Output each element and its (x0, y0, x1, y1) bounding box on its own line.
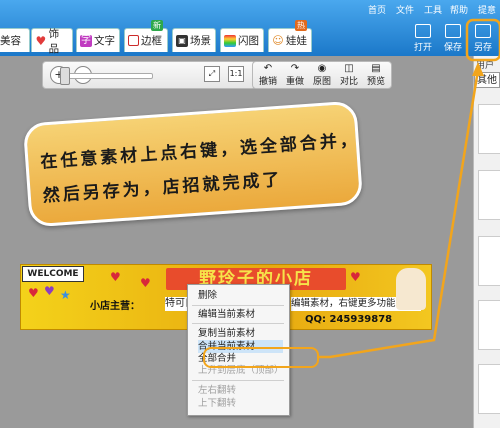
instruction-note: 在任意素材上点右键，选全部合并， 然后另存为，店招就完成了 (22, 100, 364, 228)
menu-tools[interactable]: 工具 (424, 3, 442, 16)
menu-help[interactable]: 帮助 (450, 3, 468, 16)
preview-icon: ▤ (371, 63, 381, 74)
tab-label: 边框 (141, 35, 162, 47)
tab-label: 美容 (0, 35, 21, 47)
redo-button[interactable]: ↷ 重做 (282, 63, 308, 87)
category-select[interactable]: 其他 (474, 72, 500, 88)
tab-label: 娃娃 (286, 35, 307, 47)
heart-icon: ♥ (350, 270, 361, 284)
tab-accessories[interactable]: ♥ 饰品 (31, 28, 73, 55)
tab-scene[interactable]: ▣ 场景 (172, 28, 216, 52)
menu-item-flip-horizontal: 左右翻转 (198, 385, 237, 396)
menu-item-layer-order: 上升到层底（顶部） (198, 365, 284, 376)
save-as-button[interactable]: 另存 (468, 22, 498, 53)
original-label: 原图 (312, 77, 331, 87)
undo-button[interactable]: ↶ 撤销 (255, 63, 281, 87)
redo-label: 重做 (285, 77, 304, 87)
hot-badge: 热 (295, 20, 307, 31)
save-as-icon (475, 24, 491, 38)
open-label: 打开 (413, 43, 432, 53)
doll-image (396, 268, 426, 310)
tab-text[interactable]: 字 文字 (76, 28, 120, 52)
heart-icon: ♥ (44, 284, 55, 298)
menu-divider (192, 380, 284, 381)
qq-number: QQ: 245939878 (305, 314, 393, 325)
open-folder-icon (415, 24, 431, 38)
menu-item-edit[interactable]: 编辑当前素材 (198, 308, 283, 321)
material-thumbnail[interactable] (478, 104, 500, 154)
original-button[interactable]: ◉ 原图 (309, 63, 335, 87)
text-icon: 字 (80, 34, 92, 47)
instruction-line-1: 在任意素材上点右键，选全部合并， (39, 130, 361, 173)
preview-label: 预览 (366, 77, 385, 87)
tab-beauty[interactable]: 美容 (0, 28, 30, 52)
menu-divider (192, 305, 284, 306)
actual-size-icon[interactable]: 1:1 (228, 66, 244, 82)
undo-icon: ↶ (263, 63, 273, 74)
tab-label: 闪图 (238, 35, 259, 47)
menu-item-delete[interactable]: 删除 (198, 289, 283, 302)
tab-doll[interactable]: ☺ 娃娃 热 (268, 20, 312, 52)
open-button[interactable]: 打开 (408, 22, 438, 53)
menu-feedback[interactable]: 提意 (478, 3, 496, 16)
menu-home[interactable]: 首页 (368, 3, 386, 16)
heart-icon: ♥ (140, 276, 151, 290)
original-image-icon: ◉ (317, 63, 327, 74)
tab-label: 饰品 (48, 27, 60, 55)
scene-icon: ▣ (176, 34, 188, 47)
doll-icon: ☺ (272, 33, 284, 47)
menu-file[interactable]: 文件 (396, 3, 414, 16)
undo-label: 撤销 (258, 77, 277, 87)
heart-icon: ♥ (110, 270, 121, 284)
shop-owner-label: 小店主营： (90, 301, 140, 312)
preview-button[interactable]: ▤ 预览 (363, 63, 389, 87)
menu-divider (192, 323, 284, 324)
save-label: 保存 (443, 43, 462, 53)
panel-tab-user[interactable]: 用户 (476, 58, 500, 71)
tab-flash[interactable]: 闪图 (220, 28, 264, 52)
save-icon (445, 24, 461, 38)
fit-window-icon[interactable]: ⤢ (204, 66, 220, 82)
tab-frame[interactable]: 边框 新 (124, 20, 168, 52)
tab-label: 文字 (94, 35, 115, 47)
redo-icon: ↷ (290, 63, 300, 74)
save-button[interactable]: 保存 (438, 22, 468, 53)
top-menu: 首页 文件 工具 帮助 提意 (360, 3, 500, 17)
menu-item-flip-vertical: 上下翻转 (198, 398, 237, 409)
material-thumbnail[interactable] (478, 300, 500, 350)
instruction-line-2: 然后另存为，店招就完成了 (42, 169, 284, 207)
compare-icon: ◫ (344, 63, 354, 74)
compare-button[interactable]: ◫ 对比 (336, 63, 362, 87)
heart-icon: ♥ (28, 286, 39, 300)
zoom-slider-handle[interactable] (60, 67, 70, 85)
heart-icon: ♥ (35, 33, 47, 48)
material-thumbnail[interactable] (478, 364, 500, 414)
save-as-label: 另存 (473, 43, 492, 53)
frame-icon (128, 35, 139, 46)
material-thumbnail[interactable] (478, 236, 500, 286)
star-icon: ★ (60, 288, 71, 302)
menu-item-copy[interactable]: 复制当前素材 (198, 327, 283, 340)
compare-label: 对比 (339, 77, 358, 87)
tab-label: 场景 (190, 35, 211, 47)
welcome-sign: WELCOME (22, 266, 84, 282)
new-badge: 新 (151, 20, 163, 31)
zoom-slider[interactable] (61, 73, 153, 79)
flash-icon (224, 34, 236, 47)
material-thumbnail[interactable] (478, 170, 500, 220)
